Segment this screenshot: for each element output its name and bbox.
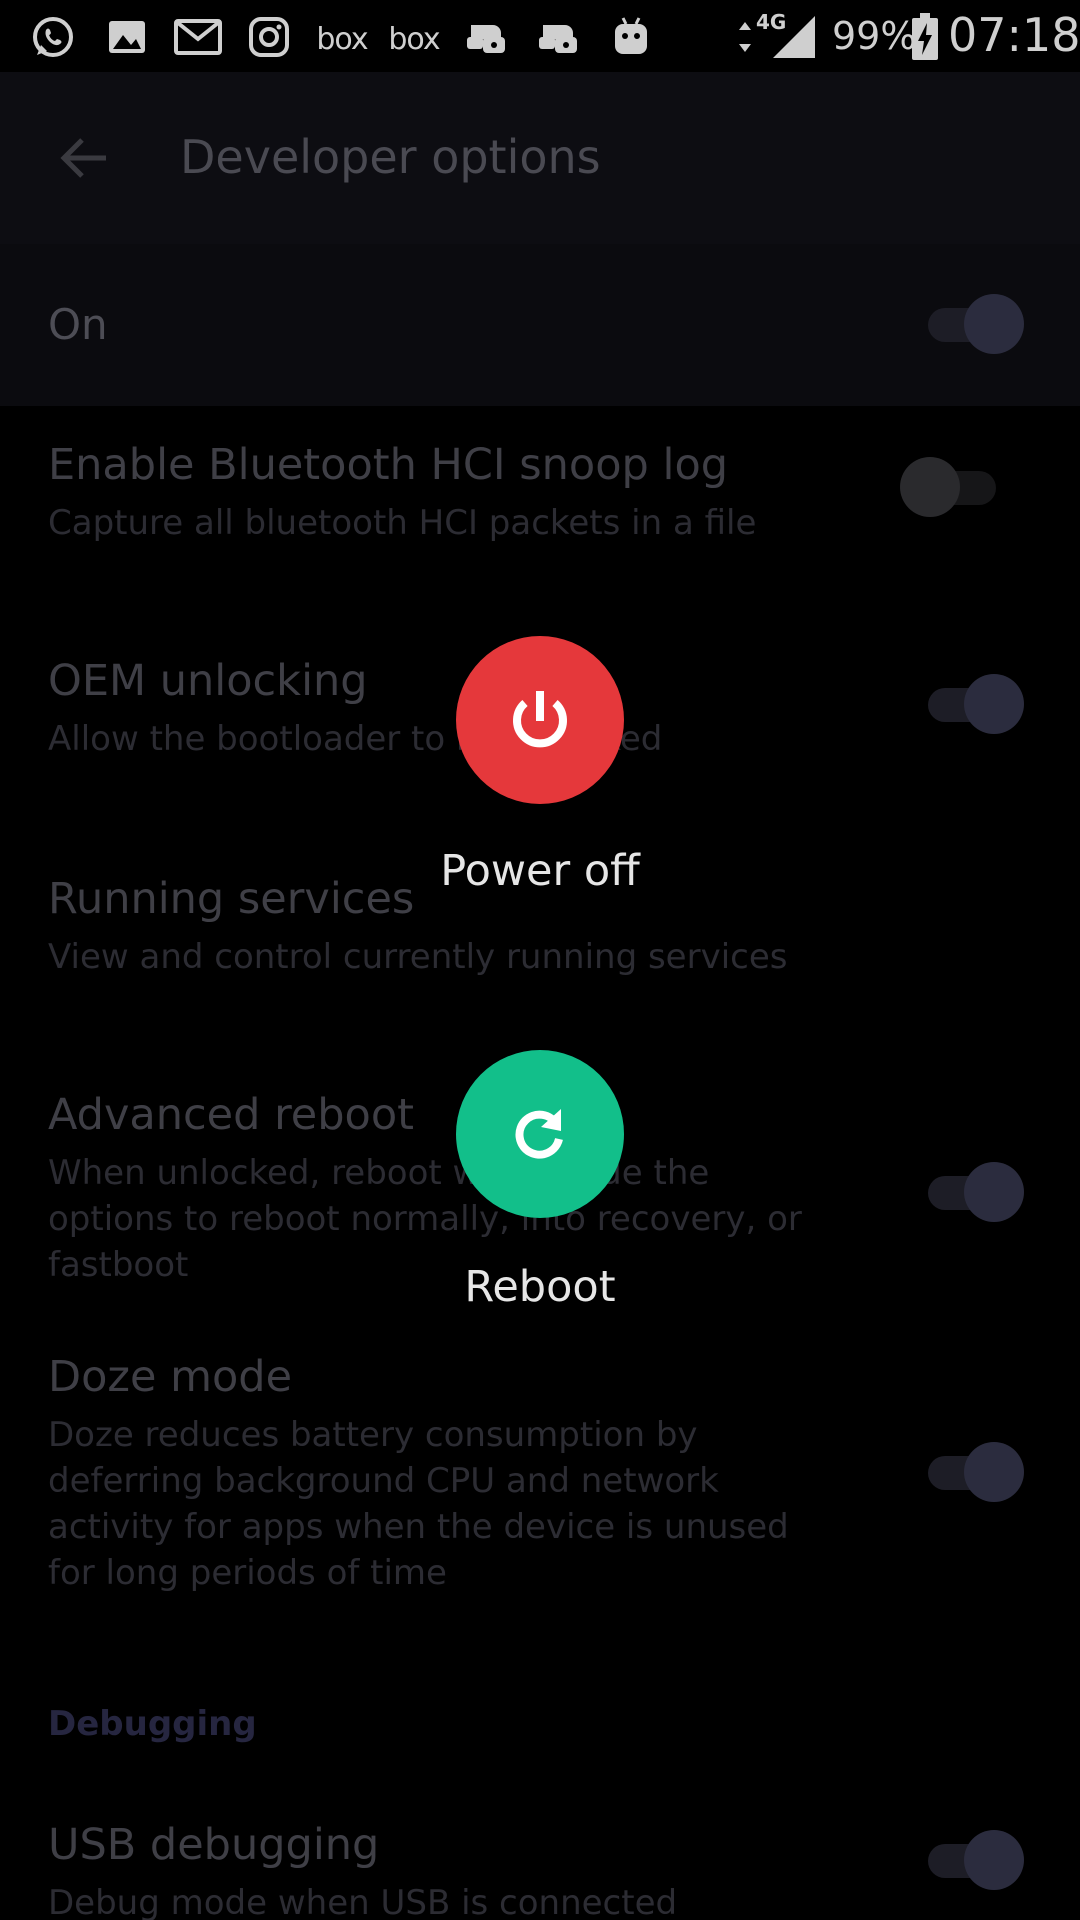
- power-off-label: Power off: [440, 846, 640, 896]
- android-icon: [608, 14, 654, 60]
- bluetooth-hci-snoop-log-toggle[interactable]: [900, 455, 1000, 519]
- setting-title: USB debugging: [48, 1820, 380, 1870]
- screen: box box 4G 99% 07:18 Developer options O…: [0, 0, 1080, 1920]
- status-bar: box box 4G 99% 07:18: [0, 0, 1080, 72]
- oem-unlocking-toggle[interactable]: [924, 672, 1024, 736]
- doze-mode-toggle[interactable]: [924, 1440, 1024, 1504]
- arrow-back-icon: [60, 138, 106, 178]
- master-switch-row[interactable]: On: [0, 244, 1080, 406]
- setting-summary: Doze reduces battery consumption by defe…: [48, 1415, 789, 1593]
- box-icon: box: [316, 21, 368, 57]
- game-controller-icon: [534, 14, 584, 60]
- setting-title: OEM unlocking: [48, 656, 368, 706]
- setting-title: Enable Bluetooth HCI snoop log: [48, 440, 729, 490]
- setting-title: Doze mode: [48, 1352, 293, 1402]
- signal-icon: [764, 14, 818, 60]
- clock: 07:18: [948, 8, 1080, 62]
- setting-summary: Allow the bootloader to be unlocked: [48, 719, 663, 759]
- app-bar: Developer options: [0, 72, 1080, 244]
- advanced-reboot-toggle[interactable]: [924, 1160, 1024, 1224]
- reboot-button[interactable]: [456, 1050, 624, 1218]
- reboot-label: Reboot: [464, 1262, 616, 1312]
- gmail-icon: [172, 14, 224, 60]
- battery-percent: 99%: [832, 14, 917, 58]
- game-controller-icon: [462, 14, 512, 60]
- reboot-icon: [515, 1109, 563, 1159]
- section-header-debugging: Debugging: [48, 1704, 257, 1744]
- master-switch-label: On: [48, 300, 108, 349]
- power-icon: [513, 691, 567, 748]
- battery-charging-icon: [910, 13, 940, 60]
- data-transfer-icon: [736, 14, 754, 60]
- box-icon: box: [388, 21, 440, 57]
- setting-bluetooth-hci-snoop-log[interactable]: Enable Bluetooth HCI snoop log Capture a…: [0, 406, 1080, 612]
- master-switch-toggle[interactable]: [924, 292, 1024, 356]
- page-title: Developer options: [180, 130, 601, 184]
- setting-summary: View and control currently running servi…: [48, 937, 788, 977]
- setting-title: Advanced reboot: [48, 1090, 415, 1140]
- setting-usb-debugging[interactable]: USB debugging Debug mode when USB is con…: [0, 1786, 1080, 1920]
- usb-debugging-toggle[interactable]: [924, 1828, 1024, 1892]
- instagram-icon: [246, 14, 292, 60]
- gallery-icon: [104, 14, 150, 60]
- setting-doze-mode[interactable]: Doze mode Doze reduces battery consumpti…: [0, 1318, 1080, 1618]
- setting-summary: Capture all bluetooth HCI packets in a f…: [48, 503, 757, 543]
- back-button[interactable]: [48, 122, 120, 194]
- whatsapp-icon: [28, 14, 78, 60]
- setting-summary: Debug mode when USB is connected: [48, 1883, 678, 1920]
- power-off-button[interactable]: [456, 636, 624, 804]
